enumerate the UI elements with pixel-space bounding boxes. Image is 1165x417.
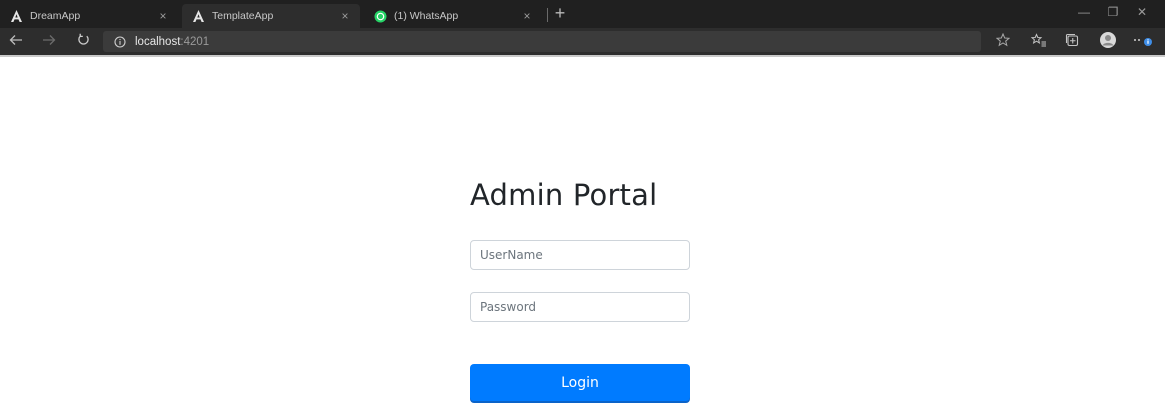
browser-titlebar: DreamApp × TemplateApp × (1) WhatsApp × … [0, 0, 1165, 28]
more-icon [1132, 33, 1154, 52]
refresh-icon [77, 33, 90, 51]
whatsapp-icon [374, 10, 387, 23]
minimize-button[interactable]: — [1075, 5, 1093, 19]
add-favorite-button[interactable] [993, 32, 1013, 52]
tab-label: DreamApp [30, 10, 81, 22]
username-input[interactable] [470, 240, 690, 270]
tab-separator [547, 8, 548, 22]
favorites-icon [1030, 32, 1047, 52]
address-bar[interactable]: localhost:4201 [103, 31, 981, 52]
arrow-left-icon [9, 33, 23, 51]
tab-label: (1) WhatsApp [394, 10, 459, 22]
profile-button[interactable] [1098, 31, 1118, 54]
favorites-button[interactable] [1029, 32, 1049, 52]
tab-label: TemplateApp [212, 10, 274, 22]
tab-close-icon[interactable]: × [338, 9, 352, 23]
collections-icon [1065, 33, 1079, 52]
star-outline-icon [995, 32, 1011, 52]
address-url: localhost:4201 [135, 36, 209, 48]
toolbar-divider [0, 55, 1165, 57]
tab-dreamapp[interactable]: DreamApp × [0, 4, 178, 28]
tab-templateapp[interactable]: TemplateApp × [182, 4, 360, 28]
password-input[interactable] [470, 292, 690, 322]
tab-close-icon[interactable]: × [520, 9, 534, 23]
angular-icon [10, 10, 23, 23]
arrow-right-icon [42, 33, 56, 51]
new-tab-button[interactable]: + [552, 3, 568, 23]
angular-icon [192, 10, 205, 23]
close-window-button[interactable]: ✕ [1133, 5, 1151, 19]
maximize-button[interactable]: ❐ [1104, 5, 1122, 19]
url-port: :4201 [180, 35, 210, 48]
tab-whatsapp[interactable]: (1) WhatsApp × [364, 4, 542, 28]
refresh-button[interactable] [72, 31, 94, 53]
collections-button[interactable] [1062, 32, 1082, 52]
tab-close-icon[interactable]: × [156, 9, 170, 23]
site-info-icon[interactable] [113, 35, 126, 48]
login-button[interactable]: Login [470, 364, 690, 401]
url-host: localhost [135, 35, 181, 48]
page-title: Admin Portal [470, 178, 658, 212]
settings-more-button[interactable] [1133, 32, 1153, 52]
forward-button[interactable] [38, 31, 60, 53]
profile-avatar-icon [1099, 31, 1117, 54]
back-button[interactable] [5, 31, 27, 53]
